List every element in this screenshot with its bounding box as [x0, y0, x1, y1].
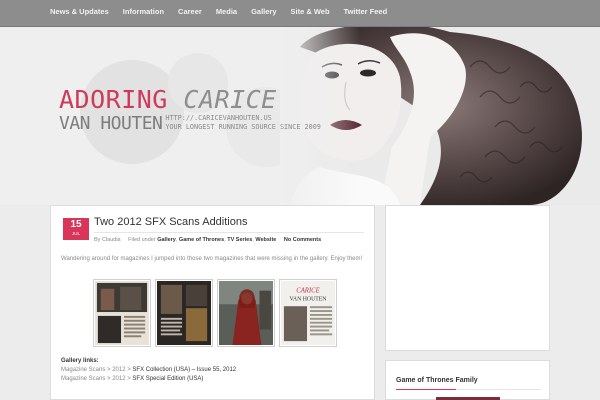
- sidebar-widget-title: Game of Thrones Family: [396, 377, 478, 384]
- gallery-thumbnail[interactable]: [93, 279, 151, 347]
- logo-url: HTTP://.CARICEVANHOUTEN.US: [165, 114, 272, 122]
- category-link-tv-series[interactable]: TV Series: [227, 237, 252, 243]
- post-meta-by: By: [94, 237, 101, 243]
- breadcrumb-link-2012[interactable]: 2012: [112, 367, 125, 373]
- nav-item-twitter-feed[interactable]: Twitter Feed: [344, 0, 388, 24]
- nav-item-media[interactable]: Media: [216, 0, 237, 24]
- logo-word-adoring: ADORING: [59, 85, 168, 114]
- top-navigation: News & Updates Information Career Media …: [0, 0, 600, 27]
- gallery-thumbnail[interactable]: [217, 279, 275, 347]
- gallery-links-header: Gallery links:: [61, 358, 99, 364]
- logo-meta: HTTP://.CARICEVANHOUTEN.US YOUR LONGEST …: [165, 114, 321, 132]
- site-header: ADORING CARICE VAN HOUTEN HTTP://.CARICE…: [0, 27, 600, 205]
- post-comments-link[interactable]: No Comments: [284, 237, 321, 243]
- post-filed-label: Filed under: [128, 237, 156, 243]
- nav-item-gallery[interactable]: Gallery: [251, 0, 276, 24]
- nav-item-site-web[interactable]: Site & Web: [291, 0, 330, 24]
- logo-tagline: YOUR LONGEST RUNNING SOURCE SINCE 2009: [165, 123, 321, 131]
- breadcrumb-link-magazine-scans[interactable]: Magazine Scans: [61, 376, 105, 382]
- sidebar-widget-divider: [396, 389, 541, 390]
- post-date-day: 15: [70, 219, 82, 230]
- post-date-badge: 15 JUL: [63, 218, 89, 240]
- svg-text:VAN HOUTEN: VAN HOUTEN: [290, 296, 328, 302]
- gallery-thumbnail[interactable]: [155, 279, 213, 347]
- gallery-thumbnail[interactable]: CARICE VAN HOUTEN: [279, 279, 337, 347]
- sidebar-blank-widget: [385, 205, 550, 351]
- logo-subtitle-row: VAN HOUTEN HTTP://.CARICEVANHOUTEN.US YO…: [59, 114, 321, 134]
- post-author[interactable]: Claudia: [102, 237, 121, 243]
- gallery-link-row: Magazine Scans > 2012 > SFX Collection (…: [61, 367, 237, 373]
- gallery-link-row: Magazine Scans > 2012 > SFX Special Edit…: [61, 376, 204, 382]
- post-meta: By Claudia Filed under Gallery, Game of …: [94, 232, 364, 243]
- logo-word-carice: CARICE: [183, 85, 277, 114]
- nav-item-information[interactable]: Information: [123, 0, 164, 24]
- nav-item-news-updates[interactable]: News & Updates: [50, 0, 109, 24]
- post-date-month: JUL: [71, 231, 80, 236]
- post-title[interactable]: Two 2012 SFX Scans Additions: [94, 216, 247, 228]
- nav-item-career[interactable]: Career: [178, 0, 202, 24]
- gallery-links: Gallery links: Magazine Scans > 2012 > S…: [61, 357, 236, 384]
- site-logo[interactable]: ADORING CARICE VAN HOUTEN HTTP://.CARICE…: [59, 87, 321, 134]
- post-excerpt: Wandering around for magazines I jumped …: [61, 256, 363, 262]
- svg-text:CARICE: CARICE: [296, 288, 320, 295]
- header-portrait-photo: [280, 27, 600, 205]
- blog-post: 15 JUL Two 2012 SFX Scans Additions By C…: [50, 205, 375, 400]
- logo-surname: VAN HOUTEN: [59, 113, 163, 134]
- category-link-gallery[interactable]: Gallery: [157, 237, 176, 243]
- gallery-thumbnails: CARICE VAN HOUTEN: [93, 279, 341, 347]
- logo-title: ADORING CARICE: [59, 87, 321, 113]
- breadcrumb-link-magazine-scans[interactable]: Magazine Scans: [61, 367, 105, 373]
- sidebar-widget-got-family: Game of Thrones Family: [385, 360, 550, 400]
- breadcrumb-link-2012[interactable]: 2012: [112, 376, 125, 382]
- album-link-sfx-special-edition[interactable]: SFX Special Edition (USA): [132, 376, 203, 382]
- album-link-sfx-collection[interactable]: SFX Collection (USA) – Issue 55, 2012: [132, 367, 236, 373]
- category-link-website[interactable]: Website: [255, 237, 276, 243]
- category-link-game-of-thrones[interactable]: Game of Thrones: [179, 237, 224, 243]
